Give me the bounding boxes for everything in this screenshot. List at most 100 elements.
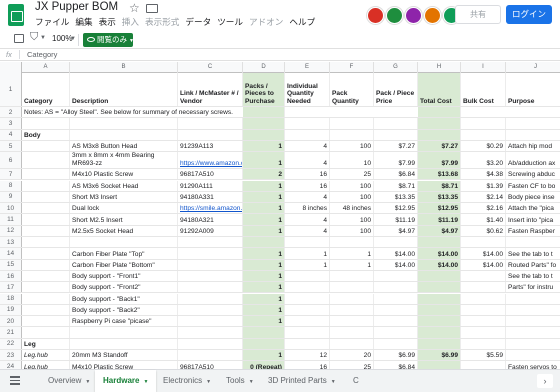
cell[interactable]: $0.62 (461, 225, 506, 236)
cell[interactable]: Body piece inse (506, 192, 560, 202)
cell[interactable]: 3mm x 8mm x 4mm Bearing MR693-zz (70, 152, 178, 169)
cell[interactable] (243, 118, 285, 129)
cell[interactable]: 100 (330, 214, 374, 225)
cell[interactable] (461, 129, 506, 140)
cell[interactable]: 94180A321 (178, 214, 243, 225)
cell[interactable] (285, 270, 330, 282)
chevron-down-icon[interactable]: ▼ (40, 35, 46, 41)
row-number[interactable]: 15 (0, 259, 22, 270)
column-header[interactable]: E (285, 62, 330, 73)
cell[interactable] (418, 316, 461, 327)
cell[interactable]: 1 (330, 248, 374, 259)
cell[interactable] (70, 237, 178, 248)
cell[interactable]: 1 (243, 152, 285, 169)
cell[interactable] (461, 270, 506, 282)
row-number[interactable]: 16 (0, 270, 22, 282)
cell[interactable]: 94180A331 (178, 191, 243, 203)
row-number[interactable]: 6 (0, 152, 22, 169)
cell[interactable]: 48 inches (330, 203, 374, 214)
cell[interactable]: 1 (243, 316, 285, 327)
cell[interactable]: $7.27 (418, 140, 461, 152)
cell[interactable] (374, 293, 418, 304)
cell[interactable] (374, 327, 418, 338)
cell[interactable] (243, 338, 285, 349)
cell[interactable] (461, 118, 506, 129)
cell[interactable]: 1 (285, 259, 330, 270)
cell[interactable]: $14.00 (461, 248, 506, 259)
cell[interactable] (22, 327, 70, 338)
cell[interactable] (330, 338, 374, 349)
cell[interactable] (285, 338, 330, 349)
menu-item[interactable]: データ (185, 16, 211, 28)
cell[interactable] (418, 270, 461, 282)
cell[interactable]: $13.35 (418, 191, 461, 203)
cell[interactable]: Leg.hub (22, 361, 70, 369)
cell[interactable] (461, 338, 506, 349)
cell[interactable] (330, 129, 374, 140)
row-number[interactable]: 24 (0, 361, 22, 369)
cell[interactable] (374, 304, 418, 316)
cell[interactable] (330, 237, 374, 248)
cell[interactable] (374, 316, 418, 327)
cell[interactable]: 1 (243, 225, 285, 236)
document-title[interactable]: JX Pupper BOM (35, 1, 118, 13)
view-only-chip[interactable]: 閲覧のみ ▼ (83, 33, 134, 47)
cell[interactable] (374, 118, 418, 129)
cell[interactable]: $12.95 (374, 203, 418, 214)
chevron-down-icon[interactable]: ▼ (70, 36, 76, 42)
cell[interactable]: Raspberry Pi case "picase" (70, 316, 178, 327)
cell[interactable] (178, 304, 243, 316)
column-title[interactable]: Link / McMaster # / Vendor (178, 73, 243, 106)
cell[interactable] (22, 225, 70, 236)
menu-item[interactable]: 編集 (75, 16, 92, 28)
cell[interactable]: $6.84 (374, 169, 418, 180)
sheet-tab[interactable]: 3D Printed Parts ▼ (260, 370, 344, 392)
cell[interactable]: Body support - "Front1" (70, 270, 178, 282)
cell[interactable] (330, 282, 374, 293)
formula-input[interactable]: Category (27, 50, 57, 59)
cell[interactable]: $8.71 (374, 180, 418, 191)
cell[interactable]: 1 (243, 191, 285, 203)
cell[interactable] (243, 237, 285, 248)
cell[interactable] (374, 338, 418, 349)
cell[interactable] (330, 304, 374, 316)
cell[interactable]: 4 (285, 191, 330, 203)
column-header[interactable]: J (506, 62, 560, 73)
row-number[interactable]: 3 (0, 118, 22, 129)
column-title[interactable]: Category (22, 73, 70, 106)
sheet-tab[interactable]: C (345, 370, 367, 392)
cell[interactable]: 2 (243, 169, 285, 180)
cell[interactable]: M4x10 Plastic Screw (70, 361, 178, 369)
cell[interactable] (285, 237, 330, 248)
cell[interactable]: $8.71 (418, 180, 461, 191)
cell[interactable] (418, 361, 461, 369)
cell[interactable]: Leg (22, 338, 70, 349)
sheets-logo-icon[interactable] (8, 4, 24, 26)
row-number[interactable]: 1 (0, 73, 22, 106)
cell[interactable]: 1 (243, 203, 285, 214)
column-header[interactable]: C (178, 62, 243, 73)
cell[interactable] (22, 270, 70, 282)
cell[interactable]: 91292A009 (178, 225, 243, 236)
cell[interactable]: $13.68 (418, 169, 461, 180)
cell[interactable]: Attach the "pica (506, 203, 560, 213)
chevron-down-icon[interactable]: ▼ (331, 379, 336, 385)
cell[interactable]: $14.00 (374, 248, 418, 259)
cell[interactable]: 10 (330, 152, 374, 169)
column-title[interactable]: Description (70, 73, 178, 106)
cell[interactable] (22, 191, 70, 203)
cell[interactable]: 4 (285, 214, 330, 225)
cell[interactable] (178, 270, 243, 282)
cell[interactable] (418, 118, 461, 129)
cell[interactable]: $1.39 (461, 180, 506, 191)
cell[interactable] (22, 282, 70, 293)
cell[interactable] (178, 293, 243, 304)
sheet-grid[interactable]: ABCDEFGHIJ 1 Category Description Link / Mc… (0, 62, 560, 369)
cell[interactable]: $5.59 (461, 350, 506, 361)
cell[interactable] (461, 327, 506, 338)
cell[interactable]: 16 (285, 361, 330, 369)
column-header[interactable]: D (243, 62, 285, 73)
cell[interactable] (22, 203, 70, 214)
column-title[interactable]: Bulk Cost (461, 73, 506, 106)
menu-item[interactable]: 表示 (99, 16, 116, 28)
